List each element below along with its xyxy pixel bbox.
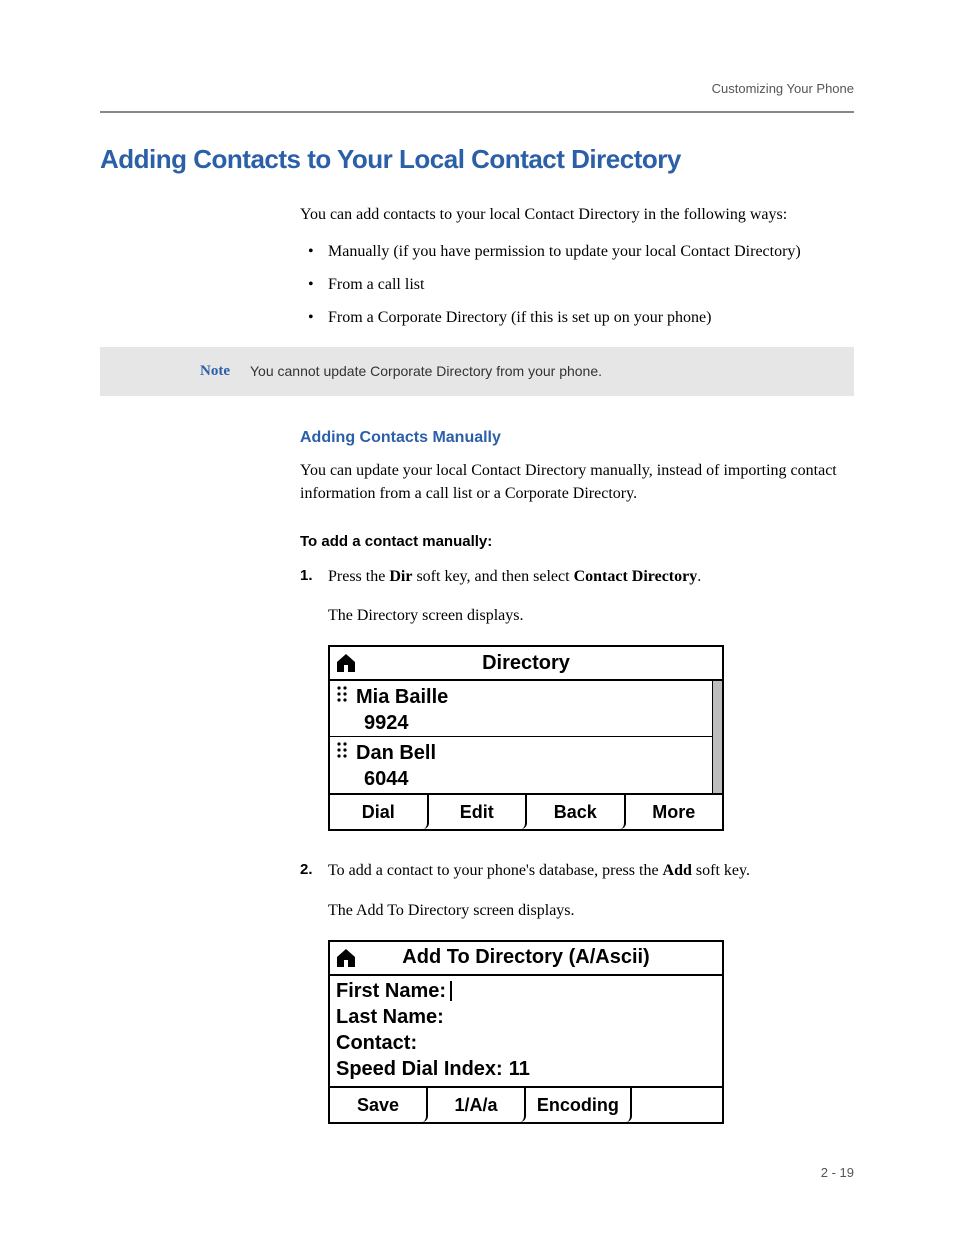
step-text: To add a contact to your phone's databas… bbox=[328, 859, 854, 892]
step-number: 2. bbox=[300, 859, 328, 892]
note-callout: Note You cannot update Corporate Directo… bbox=[100, 347, 854, 395]
step-text-fragment: . bbox=[697, 568, 701, 585]
section-title: Adding Contacts to Your Local Contact Di… bbox=[100, 141, 854, 179]
step-text: Press the Dir soft key, and then select … bbox=[328, 565, 854, 598]
procedure-title: To add a contact manually: bbox=[300, 531, 854, 553]
contact-number: 9924 bbox=[336, 712, 716, 734]
softkey-save[interactable]: Save bbox=[330, 1088, 428, 1122]
step-bold: Contact Directory bbox=[574, 568, 698, 585]
home-icon bbox=[334, 651, 358, 675]
step-text-fragment: soft key. bbox=[692, 862, 750, 879]
softkey-encoding[interactable]: Encoding bbox=[526, 1088, 632, 1122]
scrollbar[interactable] bbox=[712, 681, 722, 793]
ways-list: Manually (if you have permission to upda… bbox=[300, 240, 854, 330]
screen-titlebar: Add To Directory (A/Ascii) bbox=[330, 942, 722, 976]
softkey-more[interactable]: More bbox=[626, 795, 723, 829]
field-label: First Name: bbox=[336, 978, 446, 1004]
form-row-speed-dial[interactable]: Speed Dial Index: 11 bbox=[330, 1056, 722, 1082]
text-cursor bbox=[450, 981, 452, 1001]
softkey-back[interactable]: Back bbox=[527, 795, 626, 829]
list-item: Manually (if you have permission to upda… bbox=[300, 240, 854, 263]
list-item: From a Corporate Directory (if this is s… bbox=[300, 306, 854, 329]
form-row-last-name[interactable]: Last Name: bbox=[330, 1004, 722, 1030]
step-result: The Add To Directory screen displays. bbox=[328, 899, 854, 922]
section-intro: You can add contacts to your local Conta… bbox=[300, 203, 854, 226]
contact-name: Dan Bell bbox=[356, 739, 436, 768]
form-row-first-name[interactable]: First Name: bbox=[330, 978, 722, 1004]
step-text-fragment: soft key, and then select bbox=[412, 568, 573, 585]
screen-title: Directory bbox=[482, 649, 570, 678]
screen-title: Add To Directory (A/Ascii) bbox=[402, 943, 649, 972]
header-rule bbox=[100, 111, 854, 113]
softkey-dial[interactable]: Dial bbox=[330, 795, 429, 829]
screen-titlebar: Directory bbox=[330, 647, 722, 681]
page-header-breadcrumb: Customizing Your Phone bbox=[100, 80, 854, 99]
home-icon bbox=[334, 946, 358, 970]
subsection-body: You can update your local Contact Direct… bbox=[300, 459, 854, 505]
contact-name: Mia Baille bbox=[356, 683, 448, 712]
step-text-fragment: To add a contact to your phone's databas… bbox=[328, 862, 663, 879]
step-result: The Directory screen displays. bbox=[328, 604, 854, 627]
field-value: 11 bbox=[505, 1056, 530, 1082]
step-number: 1. bbox=[300, 565, 328, 598]
softkey-row: Save 1/A/a Encoding bbox=[330, 1086, 722, 1122]
form-row-contact[interactable]: Contact: bbox=[330, 1030, 722, 1056]
phone-screen-add-directory: Add To Directory (A/Ascii) First Name: L… bbox=[328, 940, 724, 1124]
entry-drag-icon bbox=[336, 683, 350, 712]
step-text-fragment: Press the bbox=[328, 568, 389, 585]
subsection-title: Adding Contacts Manually bbox=[300, 426, 854, 449]
softkey-row: Dial Edit Back More bbox=[330, 793, 722, 829]
entry-drag-icon bbox=[336, 739, 350, 768]
softkey-input-mode[interactable]: 1/A/a bbox=[428, 1088, 526, 1122]
softkey-empty bbox=[632, 1088, 722, 1122]
note-label: Note bbox=[100, 347, 250, 395]
directory-entry[interactable]: Dan Bell 6044 bbox=[330, 736, 722, 792]
step-bold: Add bbox=[663, 862, 692, 879]
page-number: 2 - 19 bbox=[100, 1164, 854, 1183]
field-label: Speed Dial Index: bbox=[336, 1056, 503, 1082]
list-item: From a call list bbox=[300, 273, 854, 296]
step-bold: Dir bbox=[389, 568, 412, 585]
phone-screen-directory: Directory Mia Baille 9924 Dan Bell bbox=[328, 645, 724, 831]
contact-number: 6044 bbox=[336, 768, 716, 790]
note-text: You cannot update Corporate Directory fr… bbox=[250, 347, 854, 395]
softkey-edit[interactable]: Edit bbox=[429, 795, 528, 829]
procedure-step: 1. Press the Dir soft key, and then sele… bbox=[300, 565, 854, 598]
procedure-step: 2. To add a contact to your phone's data… bbox=[300, 859, 854, 892]
directory-entry[interactable]: Mia Baille 9924 bbox=[330, 681, 722, 736]
